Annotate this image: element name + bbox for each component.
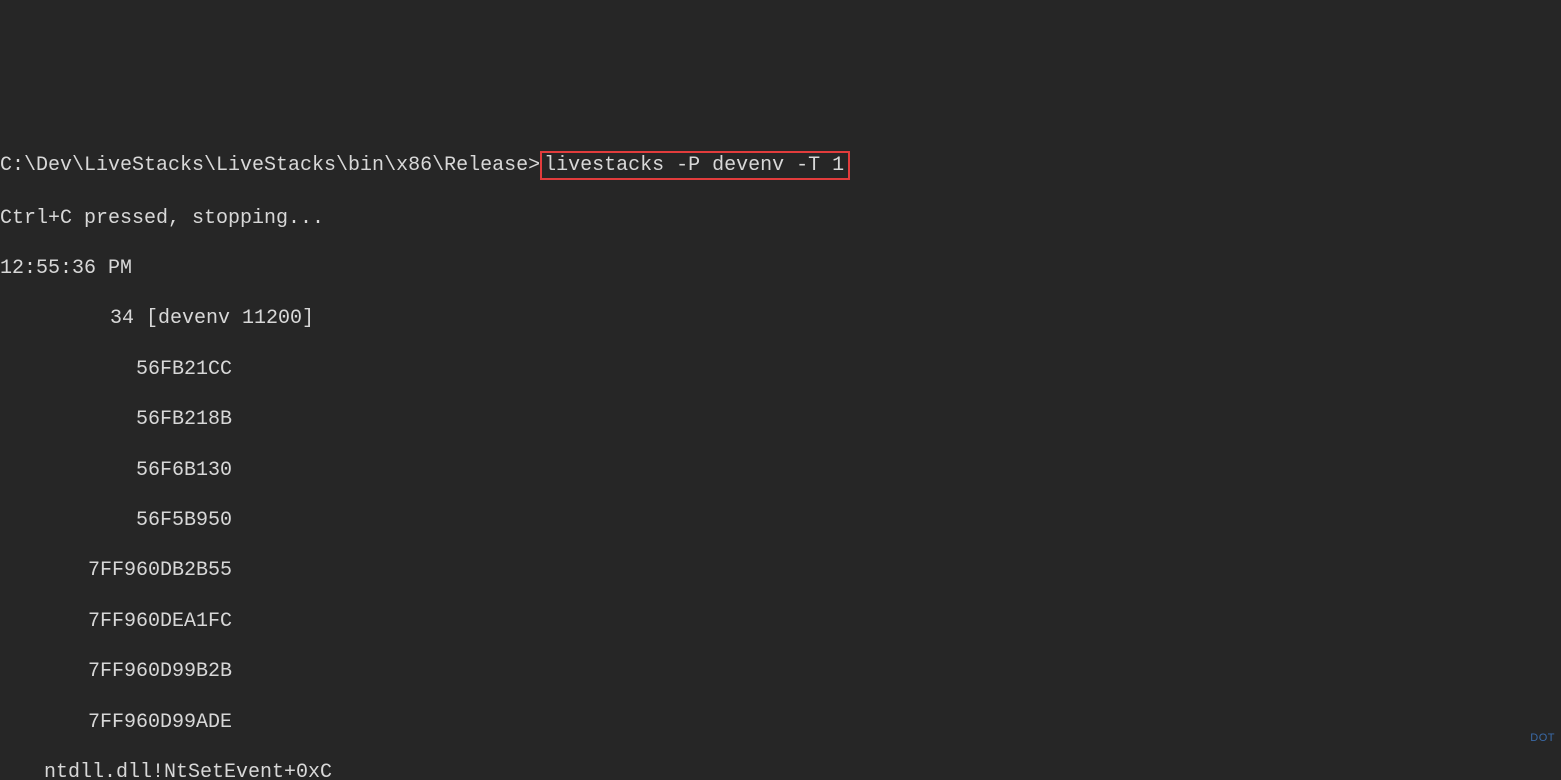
prompt-path: C:\Dev\LiveStacks\LiveStacks\bin\x86\Rel… — [0, 154, 540, 177]
corner-label: DOT — [1530, 726, 1555, 751]
thread-header: 34 [devenv 11200] — [0, 306, 1561, 331]
hex-addr: 56FB21CC — [0, 357, 1561, 382]
hex-addr: 7FF960DEA1FC — [0, 609, 1561, 634]
hex-addr: 56F5B950 — [0, 508, 1561, 533]
command-highlight: livestacks -P devenv -T 1 — [540, 151, 850, 180]
command-text: livestacks -P devenv -T 1 — [544, 154, 844, 177]
terminal-output[interactable]: C:\Dev\LiveStacks\LiveStacks\bin\x86\Rel… — [0, 126, 1561, 780]
hex-addr: 56FB218B — [0, 407, 1561, 432]
hex-addr: 7FF960D99ADE — [0, 710, 1561, 735]
hex-addr: 7FF960DB2B55 — [0, 558, 1561, 583]
hex-addr: 56F6B130 — [0, 458, 1561, 483]
stack-frame: ntdll.dll!NtSetEvent+0xC — [0, 760, 1561, 780]
hex-addr: 7FF960D99B2B — [0, 659, 1561, 684]
timestamp-line: 12:55:36 PM — [0, 256, 1561, 281]
status-line: Ctrl+C pressed, stopping... — [0, 206, 1561, 231]
